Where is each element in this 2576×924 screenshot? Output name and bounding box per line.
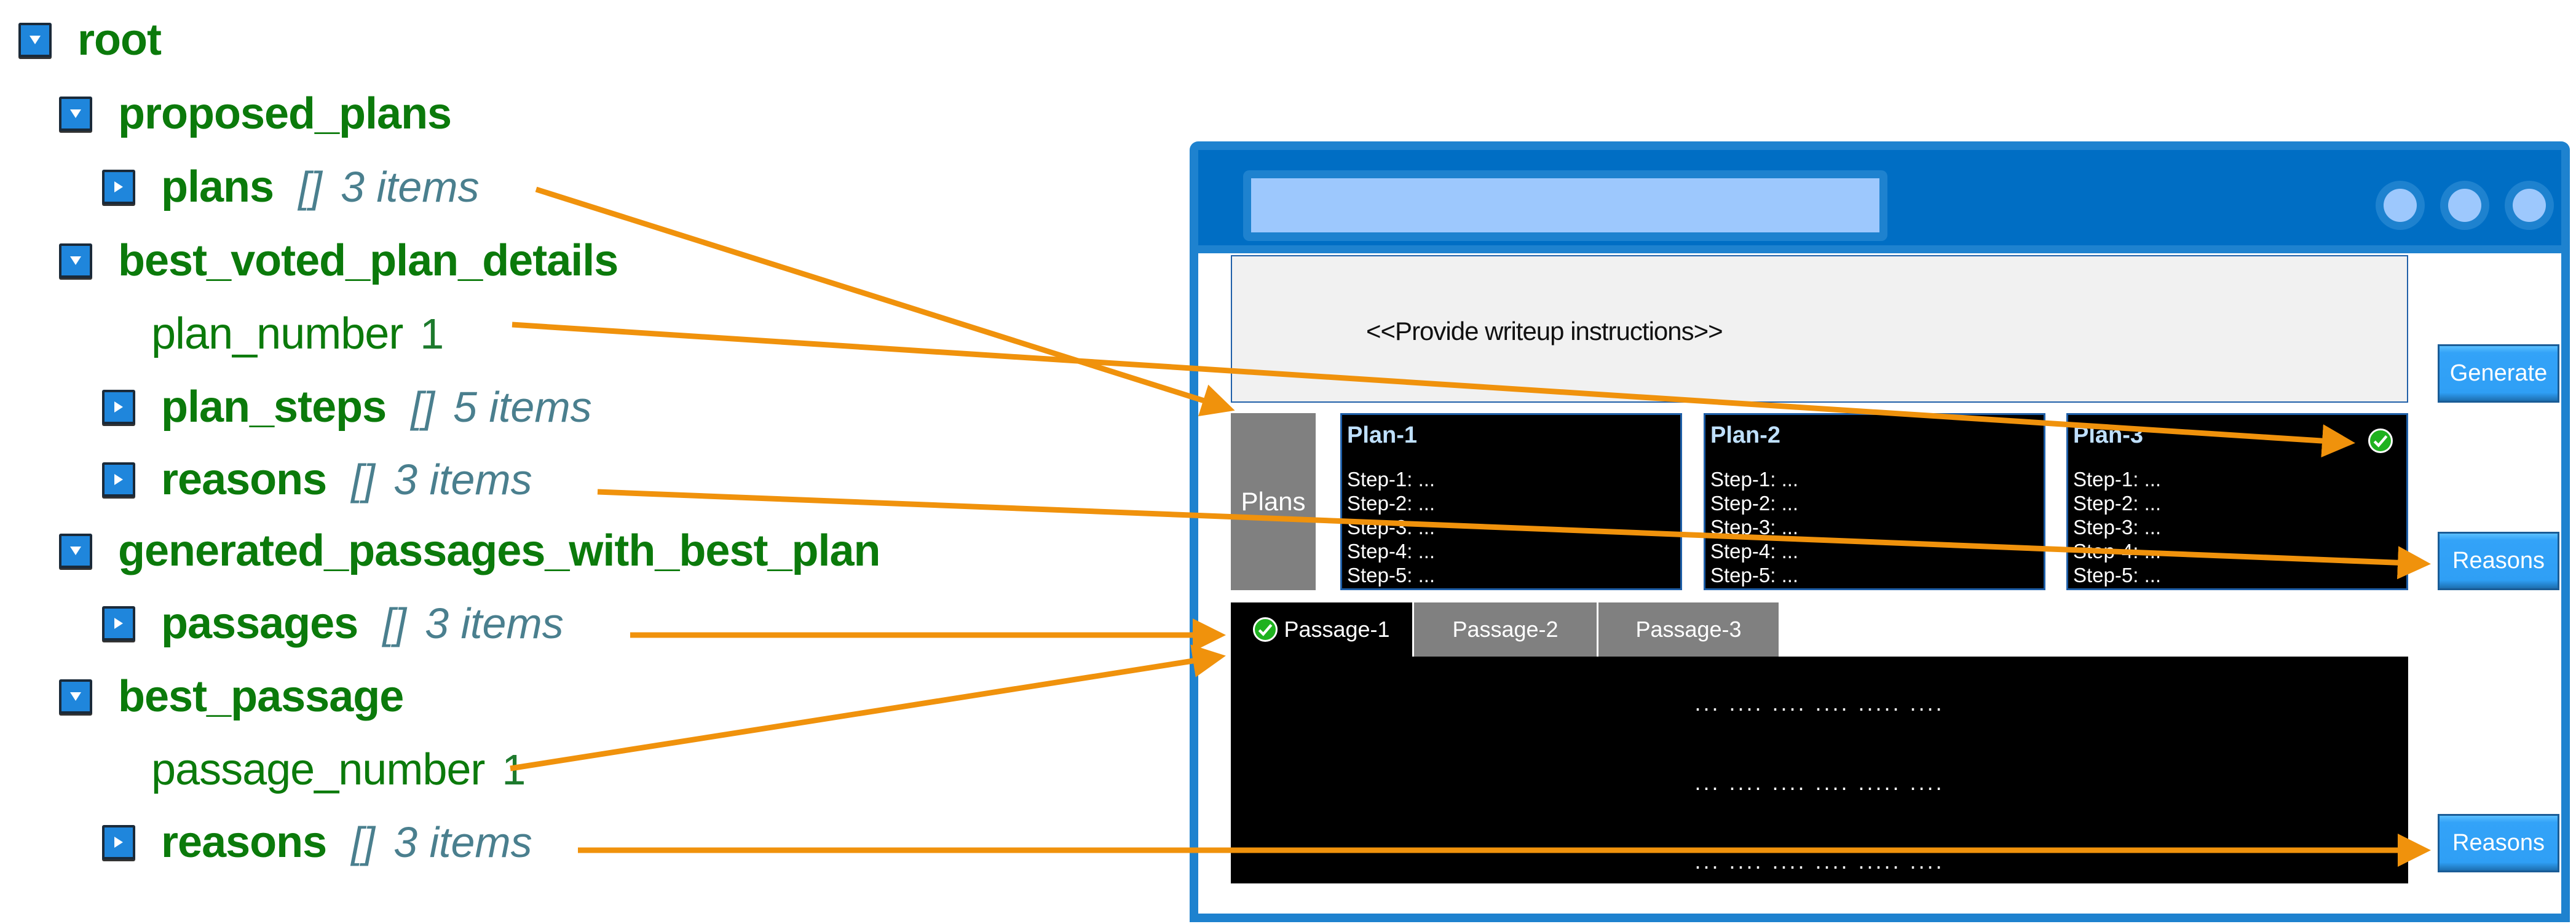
plan-step: Step-4: ...	[1347, 540, 1436, 563]
expand-icon[interactable]	[102, 462, 135, 497]
selected-check-icon	[2368, 428, 2393, 453]
tree-key: plan_number	[151, 309, 403, 358]
array-type-glyph: []	[351, 456, 376, 503]
generate-button[interactable]: Generate	[2438, 344, 2559, 403]
plan-title: Plan-1	[1347, 422, 1418, 448]
plan-title: Plan-3	[2073, 422, 2144, 448]
window-content: <<Provide writeup instructions>> Generat…	[1198, 253, 2561, 914]
tree-node-passage-number: passage_number 1	[151, 739, 526, 800]
tree-key: generated_passages_with_best_plan	[118, 526, 881, 575]
tree-value: 1	[420, 310, 444, 358]
plan-step: Step-5: ...	[2073, 564, 2162, 586]
tree-key: reasons	[161, 818, 327, 867]
address-bar[interactable]	[1251, 178, 1879, 232]
array-type-glyph: []	[411, 383, 435, 431]
arrow-plans-to-plan-cards	[535, 186, 1235, 417]
plan-step: Step-1: ...	[1347, 468, 1436, 491]
tree-node-best-passage[interactable]: best_passage	[59, 666, 404, 727]
tab-passage-3[interactable]: Passage-3	[1597, 602, 1779, 657]
tree-node-plan-reasons[interactable]: reasons [] 3 items	[102, 449, 532, 510]
plan-reasons-button[interactable]: Reasons	[2438, 532, 2559, 590]
tree-key: plans	[161, 162, 274, 211]
plan-step: Step-3: ...	[1347, 516, 1436, 539]
plan-steps: Step-1: ... Step-2: ... Step-3: ... Step…	[1347, 467, 1435, 587]
passage-reasons-button[interactable]: Reasons	[2438, 814, 2559, 872]
tree-key: plan_steps	[161, 382, 387, 432]
tree-value: 1	[502, 746, 526, 794]
collapse-icon[interactable]	[59, 679, 92, 714]
instructions-input[interactable]: <<Provide writeup instructions>>	[1231, 255, 2408, 403]
item-count: 3 items	[425, 599, 564, 647]
tree-node-passages[interactable]: passages [] 3 items	[102, 593, 564, 654]
tree-key: passages	[161, 599, 358, 648]
arrow-passage-number-to-tab	[510, 644, 1226, 772]
plan-step: Step-4: ...	[1710, 540, 1799, 563]
plan-step: Step-2: ...	[2073, 492, 2162, 515]
selected-check-icon	[1253, 617, 1278, 642]
expand-icon[interactable]	[102, 170, 135, 204]
expand-icon[interactable]	[102, 606, 135, 641]
collapse-icon[interactable]	[59, 534, 92, 568]
tab-label: Passage-1	[1284, 617, 1390, 642]
tree-node-plans[interactable]: plans [] 3 items	[102, 156, 480, 218]
app-window-mockup: <<Provide writeup instructions>> Generat…	[1190, 141, 2570, 922]
plan-step: Step-1: ...	[2073, 468, 2162, 491]
collapse-icon[interactable]	[18, 23, 52, 57]
tree-key: best_voted_plan_details	[118, 236, 618, 285]
item-count: 3 items	[340, 163, 480, 211]
passage-text-line: ... .... .... .... ..... ....	[1694, 770, 1945, 795]
tab-label: Passage-3	[1635, 617, 1742, 642]
tree-key: reasons	[161, 455, 327, 504]
plan-step: Step-2: ...	[1710, 492, 1799, 515]
array-type-glyph: []	[351, 818, 376, 866]
tree-key: proposed_plans	[118, 89, 452, 138]
window-control-button[interactable]	[2440, 181, 2489, 230]
passage-text-line: ... .... .... .... ..... ....	[1694, 848, 1945, 874]
tab-passage-1[interactable]: Passage-1	[1231, 602, 1412, 657]
plan-title: Plan-2	[1710, 422, 1781, 448]
array-type-glyph: []	[382, 599, 407, 647]
collapse-icon[interactable]	[59, 97, 92, 131]
plan-steps: Step-1: ... Step-2: ... Step-3: ... Step…	[2073, 467, 2161, 587]
tree-key: passage_number	[151, 745, 485, 794]
plan-step: Step-1: ...	[1710, 468, 1799, 491]
tree-node-generated-passages[interactable]: generated_passages_with_best_plan	[59, 520, 881, 582]
passage-text-line: ... .... .... .... ..... ....	[1694, 690, 1945, 716]
item-count: 5 items	[453, 383, 592, 431]
plan-card-1[interactable]: Plan-1 Step-1: ... Step-2: ... Step-3: .…	[1340, 413, 1682, 590]
plan-step: Step-3: ...	[1710, 516, 1799, 539]
title-bar	[1198, 150, 2561, 245]
tree-node-plan-steps[interactable]: plan_steps [] 5 items	[102, 376, 592, 438]
plan-step: Step-3: ...	[2073, 516, 2162, 539]
plans-label: Plans	[1231, 413, 1316, 590]
plan-step: Step-2: ...	[1347, 492, 1436, 515]
window-control-button[interactable]	[2505, 181, 2554, 230]
tree-node-root[interactable]: root	[18, 9, 162, 71]
plan-card-2[interactable]: Plan-2 Step-1: ... Step-2: ... Step-3: .…	[1704, 413, 2045, 590]
tab-label: Passage-2	[1452, 617, 1559, 642]
plan-step: Step-4: ...	[2073, 540, 2162, 563]
expand-icon[interactable]	[102, 825, 135, 859]
plan-step: Step-5: ...	[1710, 564, 1799, 586]
tree-key: root	[77, 15, 162, 65]
array-type-glyph: []	[298, 163, 322, 211]
tree-node-passage-reasons[interactable]: reasons [] 3 items	[102, 811, 532, 873]
plan-card-3[interactable]: Plan-3 Step-1: ... Step-2: ... Step-3: .…	[2066, 413, 2408, 590]
passage-content: ... .... .... .... ..... .... ... .... .…	[1231, 657, 2408, 883]
tree-node-best-voted-plan-details[interactable]: best_voted_plan_details	[59, 230, 618, 291]
item-count: 3 items	[393, 456, 532, 503]
item-count: 3 items	[393, 818, 532, 866]
tree-node-proposed-plans[interactable]: proposed_plans	[59, 83, 452, 144]
tree-key: best_passage	[118, 672, 404, 721]
window-control-button[interactable]	[2376, 181, 2425, 230]
plan-steps: Step-1: ... Step-2: ... Step-3: ... Step…	[1710, 467, 1798, 587]
tab-passage-2[interactable]: Passage-2	[1412, 602, 1597, 657]
expand-icon[interactable]	[102, 390, 135, 424]
tree-node-plan-number: plan_number 1	[151, 303, 444, 365]
collapse-icon[interactable]	[59, 243, 92, 278]
plan-step: Step-5: ...	[1347, 564, 1436, 586]
instructions-placeholder: <<Provide writeup instructions>>	[1366, 317, 1723, 346]
